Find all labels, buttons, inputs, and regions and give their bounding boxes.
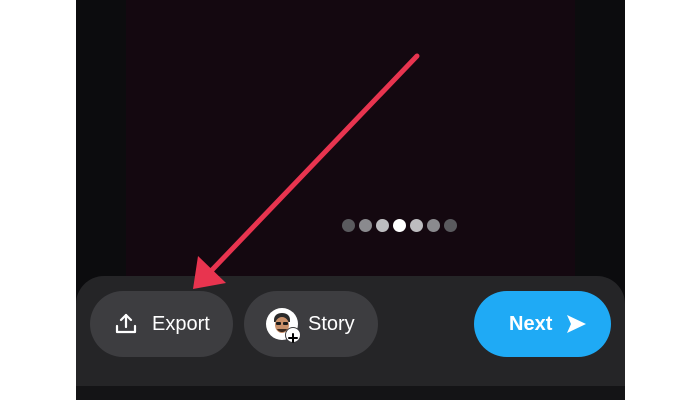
loading-dot [410,219,423,232]
send-arrow-icon [565,313,587,335]
loading-indicator [342,219,457,232]
story-label: Story [308,312,355,335]
media-preview [126,0,575,290]
loading-dot [427,219,440,232]
loading-dot [342,219,355,232]
export-button[interactable]: Export [90,291,233,357]
loading-dot [393,219,406,232]
next-button[interactable]: Next [474,291,611,357]
story-button[interactable]: Story [244,291,378,357]
export-label: Export [152,312,210,335]
loading-dot [444,219,457,232]
next-label: Next [509,312,553,335]
loading-dot [359,219,372,232]
loading-dot [376,219,389,232]
snap-preview-screen: Export Story Next [76,0,625,400]
bitmoji-avatar-icon [266,308,301,343]
add-plus-icon [285,327,301,343]
export-icon [114,312,138,336]
bottom-strip [76,386,625,400]
